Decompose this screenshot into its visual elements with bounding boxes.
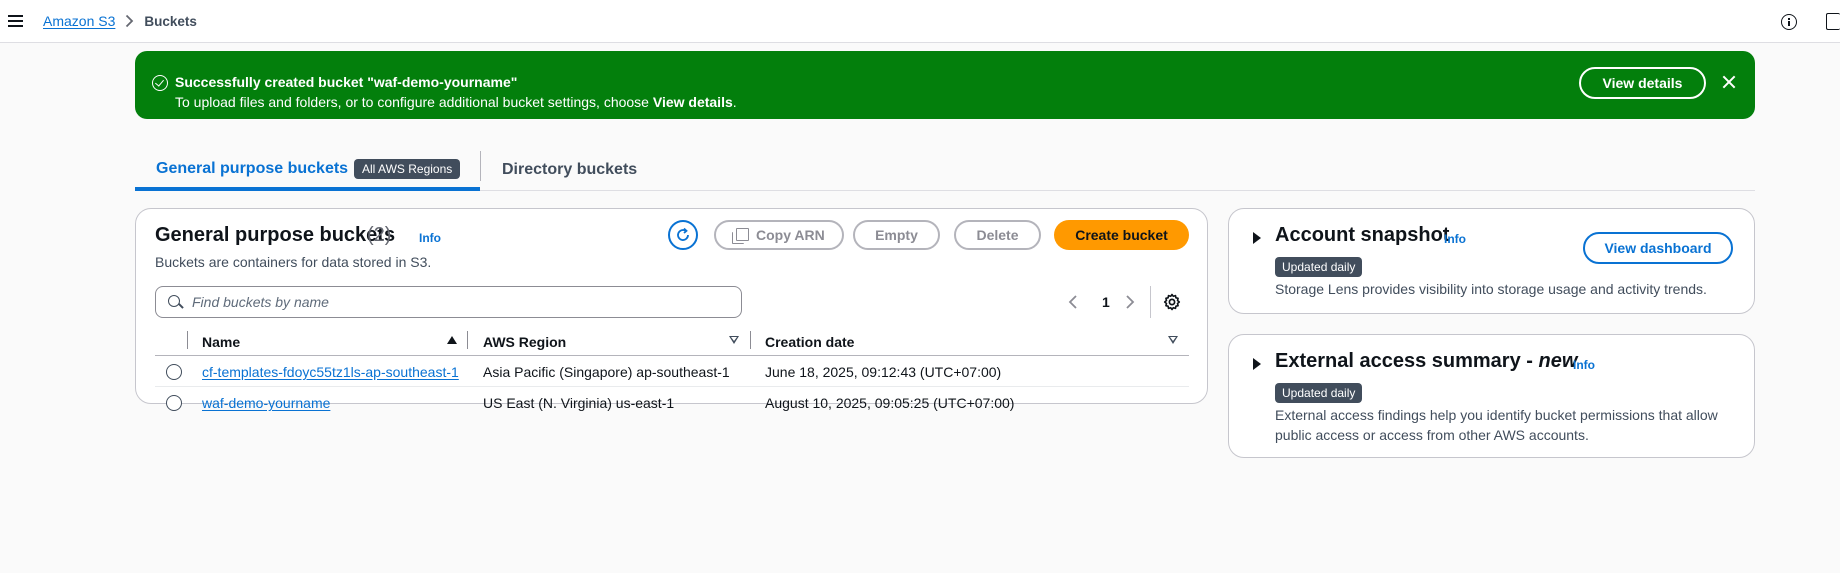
external-description-line2: public access or access from other AWS a… [1275, 427, 1589, 443]
table-row: cf-templates-fdoyc55tz1ls-ap-southeast-1… [155, 356, 1189, 387]
info-icon[interactable] [1781, 14, 1797, 30]
flash-message-prefix: To upload files and folders, or to confi… [175, 94, 653, 110]
bucket-type-tabs: General purpose buckets All AWS Regions … [135, 143, 1755, 191]
bucket-creation-date: August 10, 2025, 09:05:25 (UTC+07:00) [765, 395, 1015, 411]
breadcrumb-current: Buckets [144, 13, 197, 29]
buckets-header-title: General purpose buckets [155, 224, 396, 246]
buckets-table: Name AWS Region Creation date cf-templat… [155, 326, 1189, 418]
sort-icon[interactable] [729, 336, 739, 344]
copy-arn-label: Copy ARN [756, 227, 825, 243]
close-icon[interactable] [1720, 73, 1738, 91]
snapshot-description: Storage Lens provides visibility into st… [1275, 281, 1707, 297]
updated-daily-badge: Updated daily [1275, 383, 1363, 403]
search-icon [168, 295, 180, 307]
view-details-button[interactable]: View details [1579, 67, 1706, 99]
bucket-region: Asia Pacific (Singapore) ap-southeast-1 [483, 364, 730, 380]
search-field[interactable] [155, 286, 742, 318]
column-header-creation-date[interactable]: Creation date [765, 334, 854, 350]
view-dashboard-button[interactable]: View dashboard [1583, 232, 1733, 264]
copy-icon [732, 228, 749, 244]
chevron-left-icon[interactable] [1068, 294, 1078, 310]
row-select-radio[interactable] [166, 395, 182, 411]
column-separator[interactable] [750, 331, 751, 349]
column-separator[interactable] [467, 331, 468, 349]
tab-general-purpose-buckets[interactable]: General purpose buckets All AWS Regions [135, 143, 480, 191]
tab-general-purpose-label: General purpose buckets [156, 160, 349, 177]
create-bucket-button[interactable]: Create bucket [1054, 220, 1189, 250]
top-navigation-bar: Amazon S3 Buckets [0, 0, 1840, 43]
flash-message: To upload files and folders, or to confi… [175, 94, 737, 110]
sort-icon[interactable] [1168, 336, 1178, 344]
external-access-summary-panel: External access summary - new Info Updat… [1228, 334, 1755, 458]
refresh-icon [677, 227, 689, 241]
buckets-description: Buckets are containers for data stored i… [155, 254, 432, 270]
breadcrumb: Amazon S3 Buckets [43, 13, 197, 29]
column-separator [187, 331, 188, 349]
breadcrumb-amazon-s3-link[interactable]: Amazon S3 [43, 13, 115, 29]
new-label: new [1538, 350, 1578, 372]
tab-divider [480, 151, 481, 181]
bucket-name-link[interactable]: waf-demo-yourname [202, 395, 330, 411]
bucket-creation-date: June 18, 2025, 09:12:43 (UTC+07:00) [765, 364, 1002, 380]
success-flash-banner: Successfully created bucket "waf-demo-yo… [135, 51, 1755, 119]
bucket-region: US East (N. Virginia) us-east-1 [483, 395, 675, 411]
table-row: waf-demo-yourname US East (N. Virginia) … [155, 387, 1189, 418]
flash-message-bold: View details [652, 94, 733, 110]
pager-divider [1150, 286, 1151, 318]
row-select-radio[interactable] [166, 364, 182, 380]
copy-arn-button[interactable]: Copy ARN [714, 220, 844, 250]
flash-message-suffix: . [732, 94, 737, 110]
buckets-count: (2) [367, 224, 392, 246]
account-snapshot-panel: Account snapshot Info Updated daily Stor… [1228, 208, 1755, 314]
column-header-name[interactable]: Name [202, 334, 240, 350]
buckets-container: General purpose buckets (2) Info Buckets… [135, 208, 1208, 411]
empty-button[interactable]: Empty [853, 220, 940, 250]
delete-button[interactable]: Delete [954, 220, 1041, 250]
external-access-title[interactable]: External access summary - new [1275, 350, 1577, 373]
external-access-title-text: External access summary - [1275, 350, 1539, 372]
search-input[interactable] [192, 290, 732, 314]
menu-icon[interactable] [8, 12, 26, 30]
account-snapshot-title[interactable]: Account snapshot [1275, 224, 1449, 247]
current-page-number[interactable]: 1 [1102, 294, 1110, 310]
chevron-right-icon [126, 14, 134, 28]
buckets-info-link[interactable]: Info [419, 231, 441, 245]
external-description-line1: External access findings help you identi… [1275, 407, 1718, 423]
check-circle-icon [152, 75, 168, 91]
chevron-right-icon[interactable] [1125, 294, 1135, 310]
table-header: Name AWS Region Creation date [155, 326, 1189, 356]
flash-title: Successfully created bucket "waf-demo-yo… [175, 74, 518, 90]
bucket-name-link[interactable]: cf-templates-fdoyc55tz1ls-ap-southeast-1 [202, 364, 459, 380]
refresh-button[interactable] [668, 220, 698, 250]
tab-directory-buckets[interactable]: Directory buckets [502, 161, 637, 179]
snapshot-info-link[interactable]: Info [1444, 232, 1466, 246]
updated-daily-badge: Updated daily [1275, 257, 1363, 277]
external-info-link[interactable]: Info [1573, 358, 1595, 372]
gear-icon[interactable] [1163, 293, 1181, 311]
panel-toggle-icon[interactable] [1826, 13, 1840, 30]
caret-right-icon[interactable] [1253, 232, 1261, 244]
sort-ascending-icon[interactable] [447, 336, 457, 344]
column-header-aws-region[interactable]: AWS Region [483, 334, 566, 350]
all-regions-badge: All AWS Regions [354, 159, 461, 179]
main-content: Successfully created bucket "waf-demo-yo… [0, 43, 1840, 573]
caret-right-icon[interactable] [1253, 358, 1261, 370]
